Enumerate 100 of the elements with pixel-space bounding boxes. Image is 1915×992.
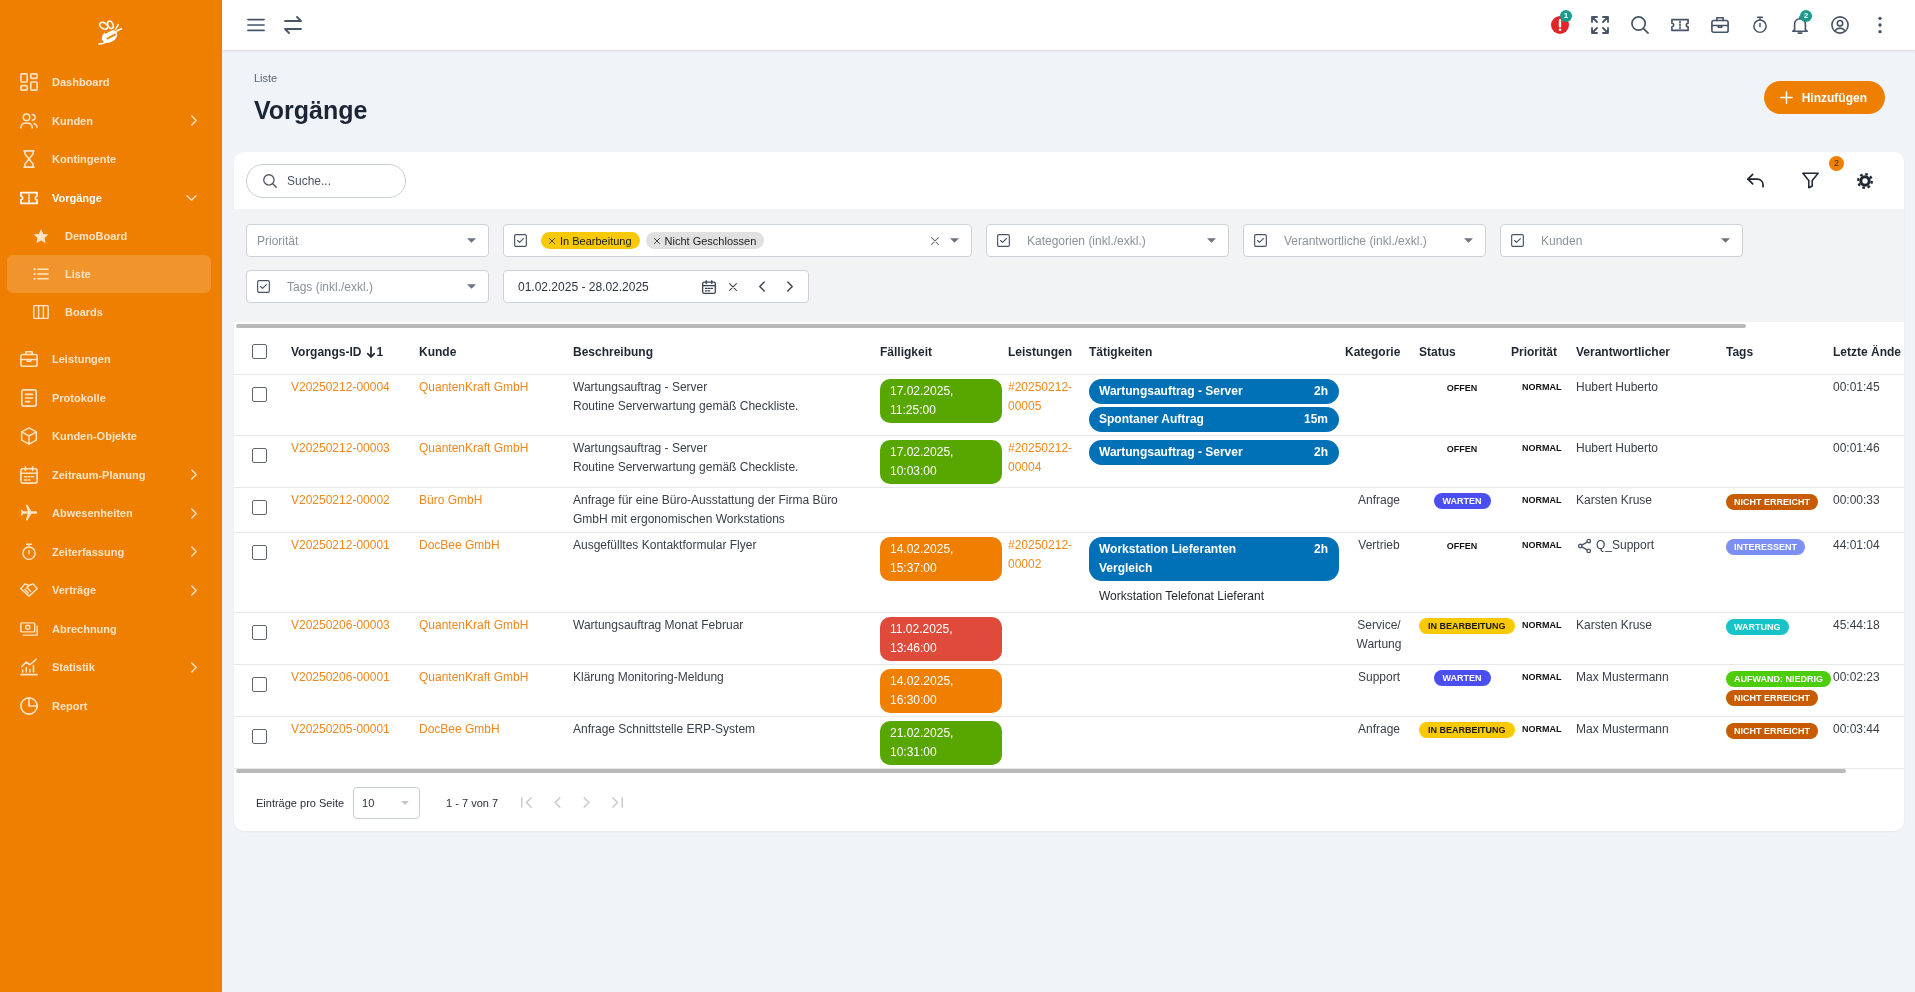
filter-select[interactable]: Tags (inkl./exkl.) (246, 270, 489, 303)
record-id-link[interactable]: V20250212-00004 (291, 380, 390, 394)
menu-icon[interactable] (247, 16, 265, 34)
add-button[interactable]: Hinzufügen (1763, 81, 1885, 114)
column-header[interactable]: Tätigkeiten (1089, 344, 1153, 359)
activity-pill[interactable]: Spontaner Auftrag 15m (1089, 407, 1339, 432)
record-id-link[interactable]: V20250212-00002 (291, 493, 390, 507)
row-checkbox[interactable] (252, 387, 267, 402)
user-icon[interactable] (1831, 16, 1849, 34)
activity-pill[interactable]: Wartungsauftrag - Server 2h (1089, 440, 1339, 465)
include-checkbox[interactable] (997, 234, 1010, 247)
filter-select[interactable]: Kunden (1500, 224, 1743, 257)
column-header[interactable]: Tags (1726, 344, 1754, 359)
sidebar-item[interactable]: Dashboard (7, 63, 211, 102)
chevron-right-icon[interactable] (787, 281, 793, 292)
scrollbar-thumb[interactable] (236, 323, 1746, 328)
record-id-link[interactable]: V20250212-00003 (291, 441, 390, 455)
sidebar-item[interactable]: Abwesenheiten (7, 494, 211, 533)
scrollbar-thumb[interactable] (236, 769, 1846, 773)
calendar-icon[interactable] (702, 279, 716, 294)
sidebar-item[interactable]: Liste (7, 255, 211, 293)
include-checkbox[interactable] (1254, 234, 1267, 247)
row-checkbox[interactable] (252, 545, 267, 560)
record-id-link[interactable]: V20250206-00003 (291, 618, 390, 632)
fullscreen-icon[interactable] (1591, 16, 1609, 34)
column-header[interactable]: Verantwortlicher (1576, 344, 1671, 359)
customer-link[interactable]: QuantenKraft GmbH (419, 618, 529, 632)
person-name: Hubert Huberto (1576, 379, 1659, 396)
row-checkbox[interactable] (252, 729, 267, 744)
remove-icon[interactable] (549, 237, 555, 244)
sidebar-item[interactable]: Vorgänge (7, 178, 211, 217)
ticket-icon[interactable] (1671, 16, 1689, 34)
briefcase-icon[interactable] (1711, 16, 1729, 34)
breadcrumb[interactable]: Liste (254, 71, 368, 85)
dropdown-caret-icon (1207, 238, 1216, 243)
customer-link[interactable]: DocBee GmbH (419, 722, 500, 736)
include-checkbox[interactable] (257, 280, 270, 293)
filter-chip[interactable]: In Bearbeitung (541, 232, 640, 249)
column-header[interactable]: Kunde (419, 344, 457, 359)
customer-link[interactable]: Büro GmbH (419, 493, 483, 507)
date-range-field[interactable]: 01.02.2025 - 28.02.2025 (503, 270, 809, 303)
sidebar-item[interactable]: Zeiterfassung (7, 532, 211, 571)
row-checkbox[interactable] (252, 448, 267, 463)
column-header[interactable]: Priorität (1511, 344, 1557, 359)
undo-icon[interactable] (1746, 172, 1764, 189)
service-link[interactable]: #20250212-00002 (1008, 536, 1074, 574)
column-header[interactable]: Status (1419, 344, 1456, 359)
sidebar-item[interactable]: Statistik (7, 648, 211, 687)
column-header[interactable]: Beschreibung (573, 344, 653, 359)
settings-icon[interactable] (1857, 172, 1873, 189)
customer-link[interactable]: QuantenKraft GmbH (419, 441, 529, 455)
sidebar-item[interactable]: Verträge (7, 571, 211, 610)
sidebar-item[interactable]: DemoBoard (7, 217, 211, 255)
select-all-checkbox[interactable] (252, 344, 267, 359)
filter-icon[interactable] (1801, 172, 1819, 189)
record-id-link[interactable]: V20250205-00001 (291, 722, 390, 736)
service-link[interactable]: #20250212-00005 (1008, 378, 1074, 416)
customer-link[interactable]: DocBee GmbH (419, 538, 500, 552)
activity-pill[interactable]: Wartungsauftrag - Server 2h (1089, 379, 1339, 404)
search-icon[interactable] (1631, 16, 1649, 34)
sidebar-item[interactable]: Kontingente (7, 140, 211, 179)
filter-select[interactable]: Priorität (246, 224, 489, 257)
sidebar-item[interactable]: Protokolle (7, 378, 211, 417)
sidebar-item[interactable]: Zeitraum-Planung (7, 455, 211, 494)
row-checkbox[interactable] (252, 625, 267, 640)
sidebar-item[interactable]: Kunden (7, 101, 211, 140)
stopwatch-icon[interactable] (1751, 16, 1769, 34)
filter-select[interactable]: In Bearbeitung Nicht Geschlossen (503, 224, 972, 257)
row-checkbox[interactable] (252, 500, 267, 515)
clear-icon[interactable] (931, 236, 939, 245)
record-id-link[interactable]: V20250206-00001 (291, 670, 390, 684)
include-checkbox[interactable] (514, 234, 527, 247)
column-header[interactable]: Kategorie (1345, 344, 1401, 359)
column-header[interactable]: Leistungen (1008, 344, 1072, 359)
sidebar-item[interactable]: Boards (7, 293, 211, 331)
bell-icon[interactable] (1791, 16, 1809, 34)
document-icon (20, 388, 38, 407)
service-link[interactable]: #20250212-00004 (1008, 439, 1074, 477)
column-header[interactable]: Vorgangs-ID 1 (291, 344, 384, 359)
search-field[interactable]: Suche... (246, 163, 406, 198)
clear-icon[interactable] (729, 282, 737, 291)
sidebar-item[interactable]: Leistungen (7, 340, 211, 379)
record-id-link[interactable]: V20250212-00001 (291, 538, 390, 552)
filter-chip[interactable]: Nicht Geschlossen (645, 232, 765, 249)
row-checkbox[interactable] (252, 677, 267, 692)
chevron-left-icon[interactable] (759, 281, 765, 292)
customer-link[interactable]: QuantenKraft GmbH (419, 670, 529, 684)
include-checkbox[interactable] (1511, 234, 1524, 247)
activity-pill[interactable]: Workstation Lieferanten Vergleich 2h (1089, 537, 1339, 581)
sidebar-item[interactable]: Abrechnung (7, 609, 211, 648)
column-header[interactable]: Letzte Ände (1833, 344, 1901, 359)
filter-select[interactable]: Verantwortliche (inkl./exkl.) (1243, 224, 1486, 257)
page-size-select[interactable]: 10 (353, 786, 421, 819)
swap-arrows-icon[interactable] (284, 16, 302, 34)
sidebar-item[interactable]: Kunden-Objekte (7, 417, 211, 456)
filter-select[interactable]: Kategorien (inkl./exkl.) (986, 224, 1229, 257)
column-header[interactable]: Fälligkeit (880, 344, 932, 359)
customer-link[interactable]: QuantenKraft GmbH (419, 380, 529, 394)
sidebar-item[interactable]: Report (7, 686, 211, 725)
remove-icon[interactable] (653, 237, 660, 244)
